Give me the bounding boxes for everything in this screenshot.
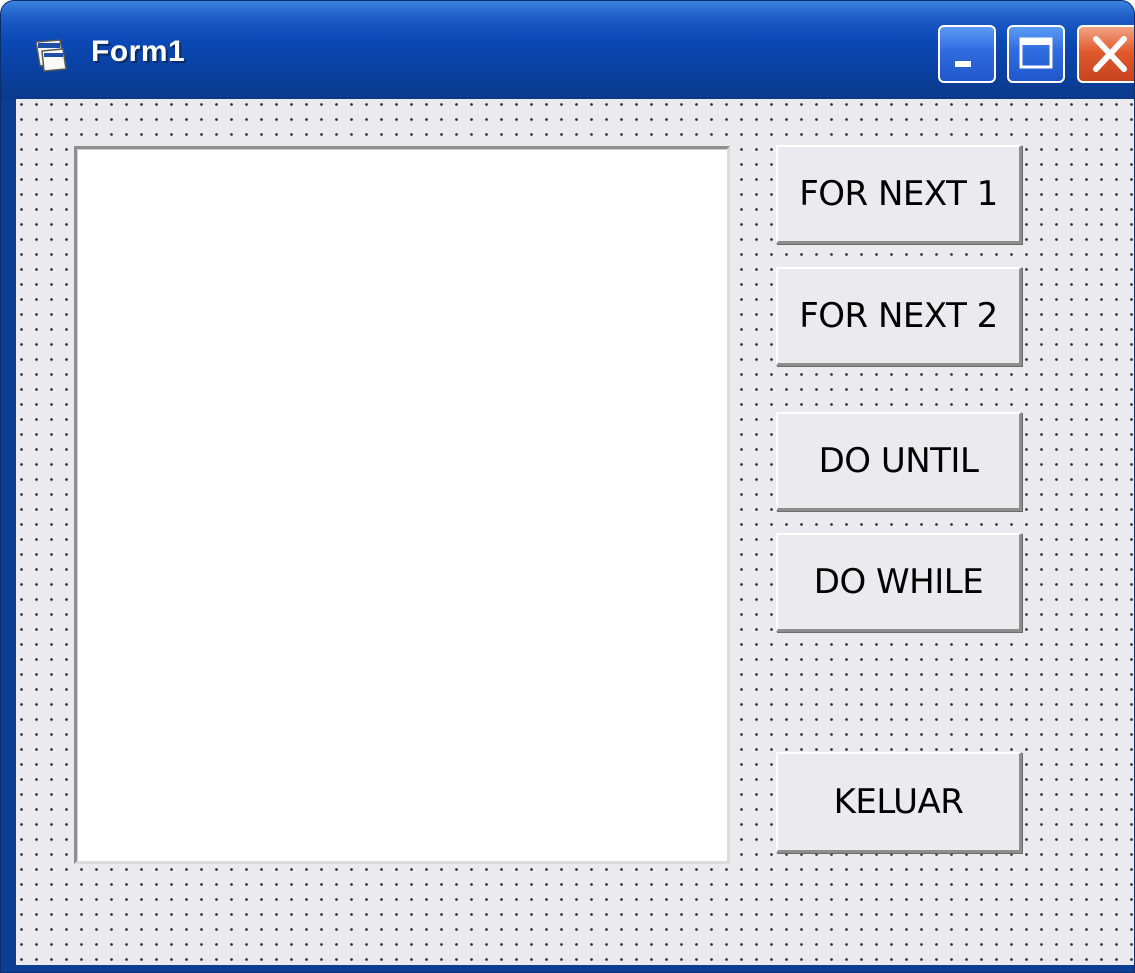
title-bar[interactable]: Form1 bbox=[1, 1, 1134, 99]
window-title: Form1 bbox=[91, 35, 186, 68]
maximize-button[interactable] bbox=[1007, 25, 1065, 83]
do-until-button[interactable]: DO UNTIL bbox=[776, 412, 1022, 511]
close-icon bbox=[1093, 36, 1127, 72]
output-textbox[interactable] bbox=[74, 146, 730, 864]
for-next-1-button[interactable]: FOR NEXT 1 bbox=[776, 145, 1022, 244]
do-while-button[interactable]: DO WHILE bbox=[776, 533, 1022, 632]
minimize-icon bbox=[955, 61, 971, 67]
for-next-2-button[interactable]: FOR NEXT 2 bbox=[776, 267, 1022, 366]
form-design-surface: FOR NEXT 1 FOR NEXT 2 DO UNTIL DO WHILE … bbox=[16, 99, 1134, 965]
minimize-button[interactable] bbox=[938, 25, 996, 83]
form-window: Form1 FOR NEXT 1 FOR NEXT 2 DO UNTIL DO … bbox=[0, 0, 1135, 973]
maximize-icon bbox=[1019, 37, 1053, 69]
close-button[interactable] bbox=[1077, 25, 1134, 83]
keluar-button[interactable]: KELUAR bbox=[776, 752, 1022, 853]
form-icon bbox=[35, 39, 67, 72]
